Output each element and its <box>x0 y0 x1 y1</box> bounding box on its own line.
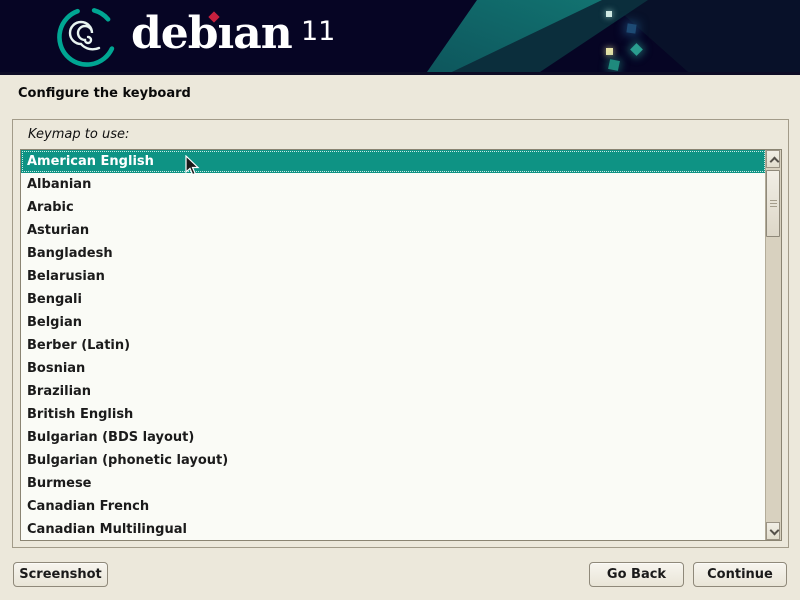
header-decor-square <box>626 23 636 33</box>
brand-wordmark: debıan <box>131 2 292 66</box>
header-banner: debıan 11 <box>0 0 800 75</box>
installer-window: debıan 11 Configure the keyboard Keymap … <box>0 0 800 600</box>
list-item[interactable]: Brazilian <box>21 380 766 403</box>
chevron-down-icon <box>770 526 780 536</box>
page-title: Configure the keyboard <box>18 86 191 101</box>
vertical-scrollbar[interactable] <box>765 150 781 540</box>
list-item[interactable]: Bangladesh <box>21 242 766 265</box>
scrollbar-thumb[interactable] <box>766 170 780 237</box>
scrollbar-grip-icon <box>770 200 777 208</box>
keymap-rows: American EnglishAlbanianArabicAsturianBa… <box>21 150 766 540</box>
list-item[interactable]: Canadian French <box>21 495 766 518</box>
header-decor-square <box>606 11 612 17</box>
chevron-up-icon <box>770 157 780 167</box>
list-item[interactable]: British English <box>21 403 766 426</box>
screenshot-button[interactable]: Screenshot <box>13 562 108 587</box>
list-item[interactable]: Asturian <box>21 219 766 242</box>
header-decor-square <box>606 48 613 55</box>
header-decor-square <box>630 43 643 56</box>
go-back-button[interactable]: Go Back <box>589 562 684 587</box>
scroll-down-button[interactable] <box>766 522 780 540</box>
list-item[interactable]: Berber (Latin) <box>21 334 766 357</box>
list-item[interactable]: Bulgarian (BDS layout) <box>21 426 766 449</box>
header-decor-square <box>608 59 620 71</box>
keymap-label: Keymap to use: <box>28 127 129 142</box>
list-item[interactable]: American English <box>21 150 766 173</box>
list-item[interactable]: Burmese <box>21 472 766 495</box>
scroll-up-button[interactable] <box>766 150 780 168</box>
keymap-listbox[interactable]: American EnglishAlbanianArabicAsturianBa… <box>20 149 782 541</box>
list-item[interactable]: Albanian <box>21 173 766 196</box>
brand-version: 11 <box>301 12 335 52</box>
continue-button[interactable]: Continue <box>693 562 787 587</box>
list-item[interactable]: Arabic <box>21 196 766 219</box>
debian-swirl-logo <box>50 4 124 70</box>
list-item[interactable]: Belarusian <box>21 265 766 288</box>
list-item[interactable]: Belgian <box>21 311 766 334</box>
list-item[interactable]: Bengali <box>21 288 766 311</box>
list-item[interactable]: Bosnian <box>21 357 766 380</box>
list-item[interactable]: Bulgarian (phonetic layout) <box>21 449 766 472</box>
question-frame: Keymap to use: American EnglishAlbanianA… <box>12 119 789 548</box>
list-item[interactable]: Canadian Multilingual <box>21 518 766 541</box>
